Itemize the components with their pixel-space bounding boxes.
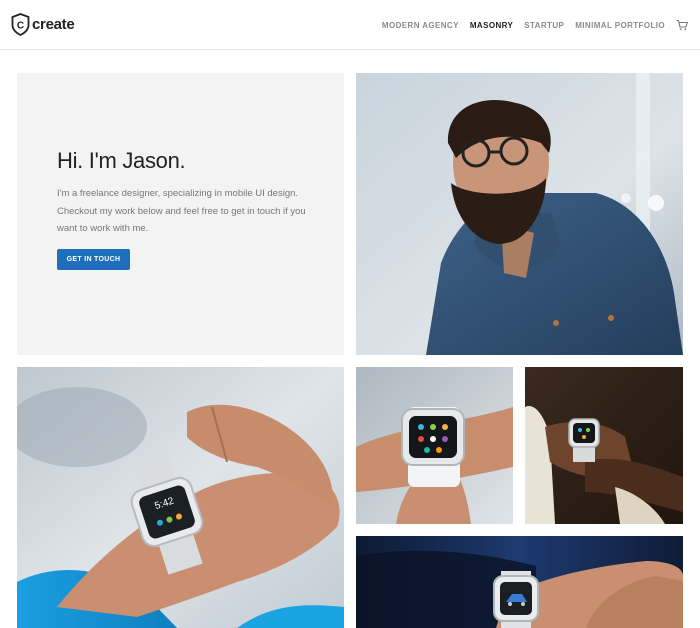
brand-name: create	[32, 16, 75, 33]
nav-item-minimal-portfolio[interactable]: MINIMAL PORTFOLIO	[575, 21, 665, 30]
nav-item-modern-agency[interactable]: MODERN AGENCY	[382, 21, 459, 30]
shield-logo-icon: C	[11, 13, 30, 36]
intro-heading: Hi. I'm Jason.	[57, 148, 186, 173]
svg-text:C: C	[17, 21, 24, 32]
smartwatch-large-photo[interactable]: 5:42	[17, 367, 344, 628]
shopping-cart-icon[interactable]	[676, 19, 688, 31]
smartwatch-dark-photo[interactable]	[525, 367, 683, 524]
smartwatch-white-photo[interactable]	[356, 367, 513, 524]
intro-text: I'm a freelance designer, specializing i…	[57, 188, 306, 234]
nav-item-startup[interactable]: STARTUP	[524, 21, 564, 30]
intro-card: Hi. I'm Jason. I'm a freelance designer,…	[17, 73, 344, 355]
logo[interactable]: C create	[11, 13, 75, 36]
nav-item-masonry[interactable]: MASONRY	[470, 21, 513, 30]
smartwatch-car-photo[interactable]	[356, 536, 683, 628]
portrait-photo[interactable]	[356, 73, 683, 355]
main-nav: MODERN AGENCY MASONRY STARTUP MINIMAL PO…	[382, 19, 688, 31]
site-header: C create MODERN AGENCY MASONRY STARTUP M…	[0, 0, 700, 50]
get-in-touch-button[interactable]: GET IN TOUCH	[57, 249, 130, 270]
